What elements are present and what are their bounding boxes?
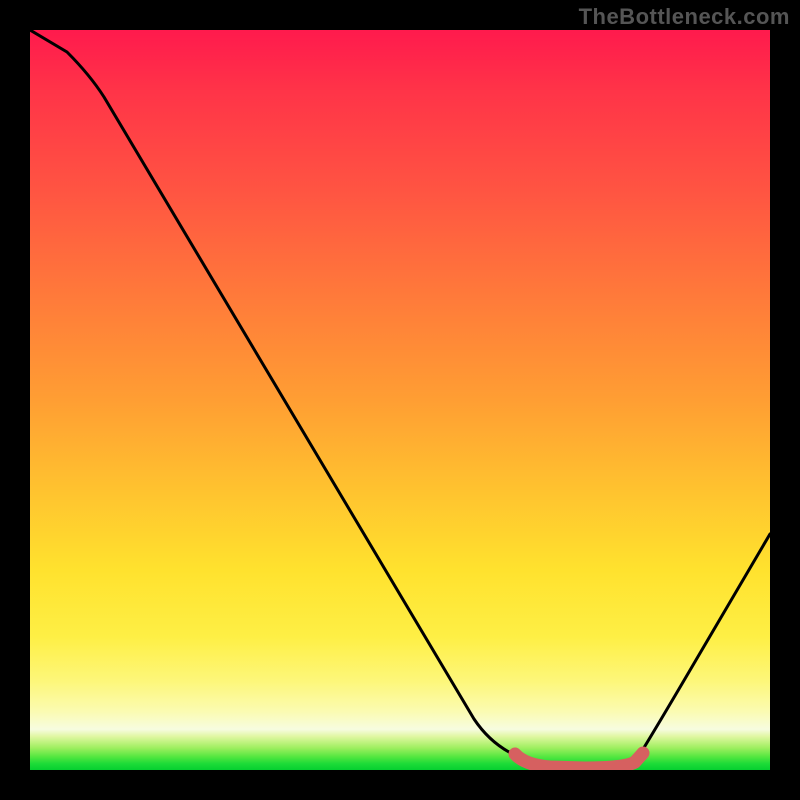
valley-highlight (515, 753, 643, 768)
watermark-text: TheBottleneck.com (579, 4, 790, 30)
bottleneck-curve (30, 30, 770, 770)
plot-area (30, 30, 770, 770)
main-curve-path (30, 30, 770, 767)
chart-frame: TheBottleneck.com (0, 0, 800, 800)
